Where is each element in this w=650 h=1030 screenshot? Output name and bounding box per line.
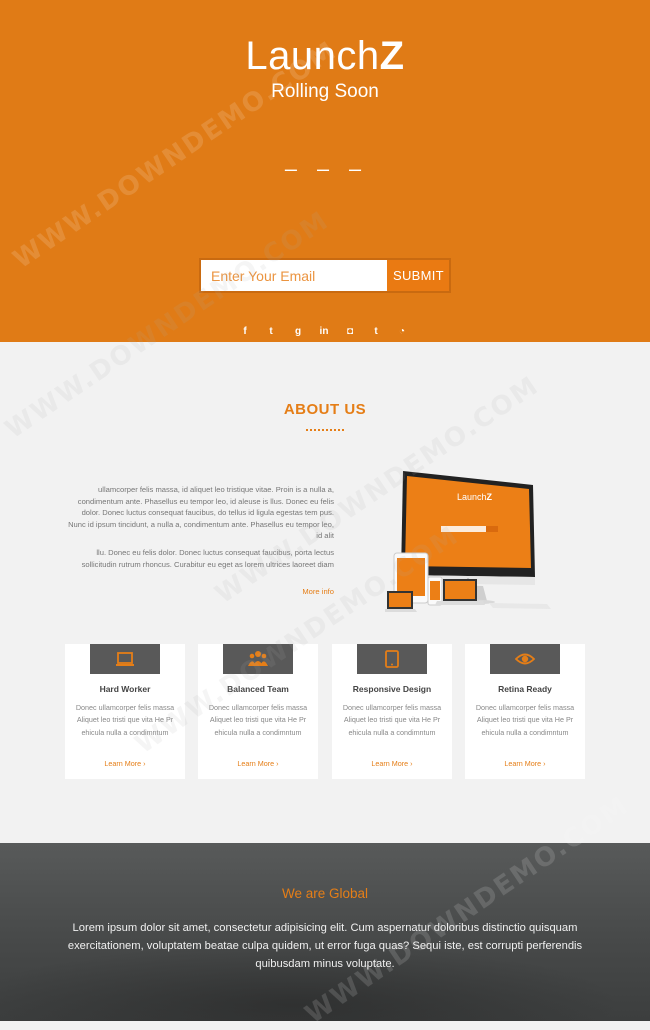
feature-icon-box	[357, 644, 427, 674]
linkedin-icon[interactable]: in	[311, 322, 337, 342]
feature-title: Hard Worker	[99, 684, 151, 694]
countdown: – – –	[284, 157, 366, 181]
learn-more-link[interactable]: Learn More ›	[65, 759, 185, 768]
about-divider	[306, 429, 344, 431]
subscribe-form: SUBMIT	[199, 258, 451, 293]
feature-card-retina-ready: Retina Ready Donec ullamcorper felis mas…	[465, 644, 585, 779]
feature-text: Donec ullamcorper felis massa Aliquet le…	[75, 703, 175, 737]
about-paragraph-1: ullamcorper felis massa, id aliquet leo …	[68, 485, 334, 541]
learn-more-link[interactable]: Learn More ›	[198, 759, 318, 768]
feature-card-balanced-team: Balanced Team Donec ullamcorper felis ma…	[198, 644, 318, 779]
feature-icon-box	[490, 644, 560, 674]
twitter-icon[interactable]: t	[258, 322, 284, 342]
rss-icon[interactable]: ◔	[389, 322, 415, 342]
team-icon	[248, 651, 268, 666]
feature-title: Retina Ready	[498, 684, 552, 694]
hero-section: LaunchZ Rolling Soon – – – SUBMIT f t g …	[0, 0, 650, 342]
global-text: Lorem ipsum dolor sit amet, consectetur …	[67, 922, 583, 970]
more-info-link[interactable]: More info	[260, 587, 334, 596]
instagram-icon[interactable]: ◘	[337, 322, 363, 342]
about-title: ABOUT US	[283, 401, 367, 418]
learn-more-link[interactable]: Learn More ›	[332, 759, 452, 768]
google-plus-icon[interactable]: g	[285, 322, 311, 342]
logo-bold: Z	[379, 34, 405, 78]
feature-text: Donec ullamcorper felis massa Aliquet le…	[342, 703, 442, 737]
about-paragraph-2: llu. Donec eu felis dolor. Donec luctus …	[81, 547, 334, 569]
feature-card-responsive-design: Responsive Design Donec ullamcorper feli…	[332, 644, 452, 779]
feature-icon-box	[223, 644, 293, 674]
global-title: We are Global	[281, 886, 369, 901]
logo[interactable]: LaunchZ	[0, 34, 650, 79]
tagline: Rolling Soon	[271, 81, 379, 102]
svg-text:LaunchZ: LaunchZ	[457, 492, 493, 502]
submit-button[interactable]: SUBMIT	[387, 260, 449, 291]
social-links: f t g in ◘ t ◔	[232, 322, 418, 342]
feature-title: Balanced Team	[227, 684, 289, 694]
global-section: We are Global Lorem ipsum dolor sit amet…	[0, 843, 650, 1021]
feature-title: Responsive Design	[352, 684, 432, 694]
tablet-icon	[385, 650, 399, 668]
logo-light: Launch	[245, 34, 380, 78]
tumblr-icon[interactable]: t	[363, 322, 389, 342]
eye-icon	[515, 653, 535, 665]
feature-text: Donec ullamcorper felis massa Aliquet le…	[475, 703, 575, 737]
about-text: ullamcorper felis massa, id aliquet leo …	[68, 484, 334, 575]
laptop-icon	[116, 652, 134, 666]
learn-more-link[interactable]: Learn More ›	[465, 759, 585, 768]
feature-icon-box	[90, 644, 160, 674]
devices-mockup-image: LaunchZ	[385, 471, 551, 612]
email-input[interactable]	[201, 260, 387, 291]
feature-card-hard-worker: Hard Worker Donec ullamcorper felis mass…	[65, 644, 185, 779]
facebook-icon[interactable]: f	[232, 322, 258, 342]
feature-text: Donec ullamcorper felis massa Aliquet le…	[208, 703, 308, 737]
